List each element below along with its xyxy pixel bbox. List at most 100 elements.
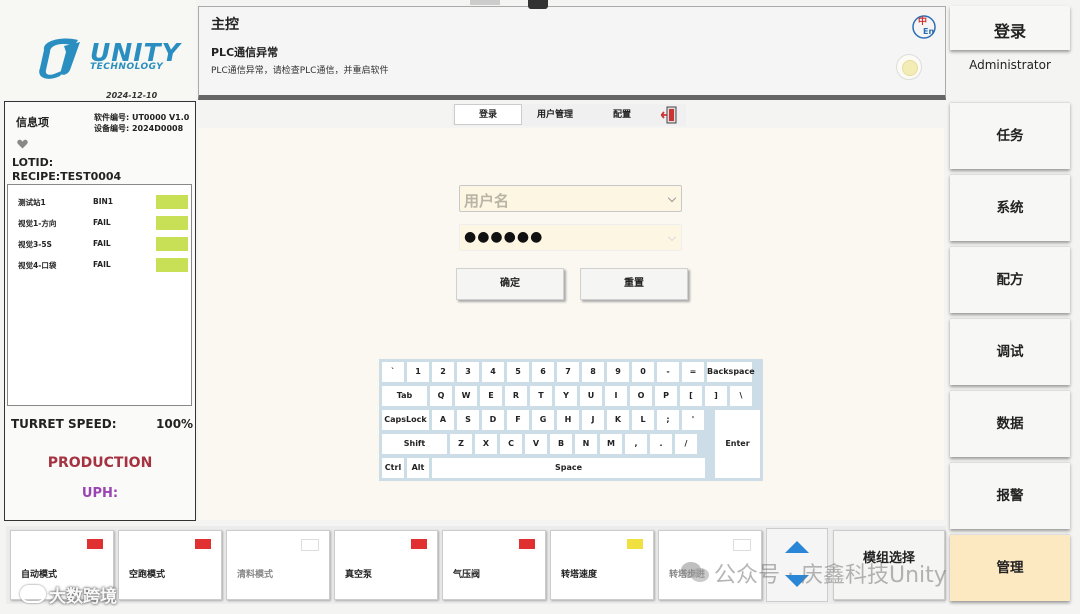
air-valve-button[interactable]: 气压阀: [442, 530, 546, 600]
station-result: FAIL: [93, 218, 111, 227]
key[interactable]: ]: [705, 386, 727, 406]
key[interactable]: ': [682, 410, 704, 430]
exit-door-icon[interactable]: [660, 106, 679, 124]
station-name: 测试站1: [18, 198, 46, 207]
key[interactable]: P: [655, 386, 677, 406]
lotid-label: LOTID:: [12, 156, 54, 169]
key[interactable]: U: [580, 386, 602, 406]
turret-speed-button[interactable]: 转塔速度: [550, 530, 654, 600]
watermark-right: 公众号 · 庆鑫科技Unity: [714, 563, 947, 588]
key[interactable]: 6: [532, 362, 554, 382]
key[interactable]: ;: [657, 410, 679, 430]
password-input[interactable]: ●●●●●●: [459, 224, 682, 251]
key[interactable]: Shift: [382, 434, 447, 454]
key[interactable]: =: [682, 362, 704, 382]
station-row: 测试站1 BIN1: [8, 195, 191, 209]
logo-subtext: TECHNOLOGY: [90, 62, 164, 72]
key[interactable]: -: [657, 362, 679, 382]
key[interactable]: .: [650, 434, 672, 454]
key[interactable]: H: [557, 410, 579, 430]
key[interactable]: O: [630, 386, 652, 406]
reset-button[interactable]: 重置: [580, 268, 688, 300]
key[interactable]: R: [505, 386, 527, 406]
tab-login[interactable]: 登录: [454, 104, 522, 125]
mode-label: 转塔速度: [561, 570, 598, 580]
key[interactable]: 8: [582, 362, 604, 382]
key[interactable]: I: [605, 386, 627, 406]
vacuum-pump-button[interactable]: 真空泵: [334, 530, 438, 600]
station-list: 测试站1 BIN1 视觉1-方向 FAIL 视觉3-5S FAIL 视觉4-口袋…: [7, 184, 192, 406]
dry-run-mode-button[interactable]: 空跑模式: [118, 530, 222, 600]
key[interactable]: A: [432, 410, 454, 430]
key[interactable]: M: [600, 434, 622, 454]
key[interactable]: Q: [430, 386, 452, 406]
key[interactable]: G: [532, 410, 554, 430]
alarm-light-icon: [896, 54, 922, 80]
key[interactable]: B: [550, 434, 572, 454]
nav-manage-button[interactable]: 管理: [950, 534, 1070, 601]
key[interactable]: Tab: [382, 386, 427, 406]
nav-system-button[interactable]: 系统: [950, 174, 1070, 241]
nav-login-button[interactable]: 登录: [950, 6, 1070, 50]
chevron-down-icon[interactable]: [667, 232, 677, 242]
key[interactable]: Enter: [715, 410, 760, 478]
nav-data-button[interactable]: 数据: [950, 390, 1070, 457]
key[interactable]: Ctrl: [382, 458, 404, 478]
key[interactable]: 4: [482, 362, 504, 382]
clear-mode-button[interactable]: 清料模式: [226, 530, 330, 600]
tab-config[interactable]: 配置: [592, 104, 652, 126]
recipe-label: RECIPE:TEST0004: [12, 170, 122, 183]
tab-user-management[interactable]: 用户管理: [524, 104, 586, 126]
key[interactable]: Backspace: [707, 362, 755, 382]
key[interactable]: \: [730, 386, 752, 406]
key[interactable]: X: [475, 434, 497, 454]
key[interactable]: L: [632, 410, 654, 430]
info-title: 信息项: [16, 116, 49, 129]
key[interactable]: /: [675, 434, 697, 454]
chevron-down-icon[interactable]: [667, 193, 677, 203]
key[interactable]: 2: [432, 362, 454, 382]
station-row: 视觉1-方向 FAIL: [8, 216, 191, 230]
key[interactable]: 5: [507, 362, 529, 382]
key[interactable]: V: [525, 434, 547, 454]
key[interactable]: `: [382, 362, 404, 382]
top-tab-indicator: [470, 0, 500, 5]
key[interactable]: T: [530, 386, 552, 406]
key[interactable]: K: [607, 410, 629, 430]
nav-alarm-button[interactable]: 报警: [950, 462, 1070, 529]
station-name: 视觉4-口袋: [18, 261, 57, 270]
key[interactable]: F: [507, 410, 529, 430]
key[interactable]: E: [480, 386, 502, 406]
key[interactable]: C: [500, 434, 522, 454]
uph-label: UPH:: [81, 486, 119, 501]
nav-task-button[interactable]: 任务: [950, 102, 1070, 169]
key[interactable]: Z: [450, 434, 472, 454]
heartbeat-icon: [17, 139, 28, 149]
key[interactable]: CapsLock: [382, 410, 429, 430]
key[interactable]: 1: [407, 362, 429, 382]
arrow-up-icon[interactable]: [785, 541, 809, 553]
confirm-button[interactable]: 确定: [456, 268, 564, 300]
username-input[interactable]: 用户名: [459, 185, 682, 212]
key[interactable]: ,: [625, 434, 647, 454]
key[interactable]: 0: [632, 362, 654, 382]
mode-indicator: [519, 539, 535, 549]
nav-recipe-button[interactable]: 配方: [950, 246, 1070, 313]
key[interactable]: 7: [557, 362, 579, 382]
key[interactable]: S: [457, 410, 479, 430]
turret-speed-value: 100%: [156, 417, 194, 431]
key[interactable]: D: [482, 410, 504, 430]
key[interactable]: Y: [555, 386, 577, 406]
key[interactable]: Space: [432, 458, 705, 478]
alarm-title: 主控: [211, 17, 239, 33]
key[interactable]: Alt: [407, 458, 429, 478]
key[interactable]: 9: [607, 362, 629, 382]
key[interactable]: N: [575, 434, 597, 454]
key[interactable]: 3: [457, 362, 479, 382]
key[interactable]: [: [680, 386, 702, 406]
tab-exit[interactable]: [656, 104, 684, 126]
nav-debug-button[interactable]: 调试: [950, 318, 1070, 385]
language-switch-icon[interactable]: 中 En: [911, 13, 937, 39]
key[interactable]: W: [455, 386, 477, 406]
key[interactable]: J: [582, 410, 604, 430]
